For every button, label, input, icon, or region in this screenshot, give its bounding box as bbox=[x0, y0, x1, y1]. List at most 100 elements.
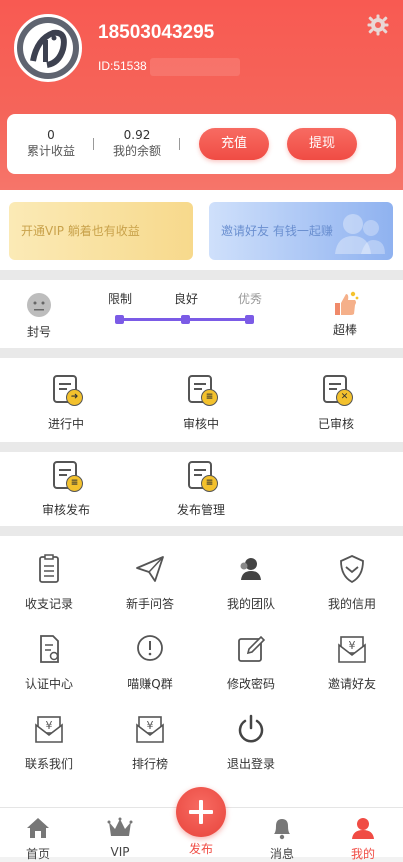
section-divider bbox=[0, 442, 403, 452]
clipboard-icon bbox=[39, 554, 59, 583]
tile-in-progress[interactable]: ➜ 进行中 bbox=[36, 373, 96, 432]
income-label: 累计收益 bbox=[27, 144, 76, 158]
cross-icon: ✕ bbox=[319, 373, 353, 407]
tab-label: 我的 bbox=[350, 847, 375, 861]
menu-label: 喵赚Q群 bbox=[127, 677, 173, 691]
divider bbox=[179, 138, 180, 150]
section-divider bbox=[0, 348, 403, 358]
level-excellent: 优秀 bbox=[238, 292, 263, 306]
sad-face-icon bbox=[27, 293, 51, 317]
tile-label: 审核发布 bbox=[41, 503, 90, 517]
svg-text:¥: ¥ bbox=[46, 719, 53, 732]
yen-envelope-icon: ¥ bbox=[136, 716, 164, 743]
menu-my-credit[interactable]: 我的信用 bbox=[304, 552, 400, 612]
home-icon bbox=[27, 818, 49, 838]
svg-text:¥: ¥ bbox=[147, 719, 154, 732]
menu-label: 修改密码 bbox=[226, 677, 275, 691]
phone-number: 18503043295 bbox=[98, 22, 215, 43]
menu-qq-group[interactable]: 喵赚Q群 bbox=[102, 632, 198, 692]
tab-publish-label[interactable]: 发布 bbox=[171, 840, 231, 857]
tab-mine[interactable]: 我的 bbox=[333, 816, 393, 862]
level-restricted: 限制 bbox=[108, 292, 133, 306]
level-good: 良好 bbox=[174, 292, 199, 306]
divider bbox=[93, 138, 94, 150]
menu-certification-center[interactable]: 认证中心 bbox=[1, 632, 97, 692]
banned-status: 封号 bbox=[22, 292, 56, 340]
user-id: ID:51538 bbox=[98, 59, 147, 73]
balance-label: 我的余额 bbox=[112, 144, 161, 158]
excellent-label: 超棒 bbox=[332, 323, 357, 337]
progress-dot bbox=[115, 315, 124, 324]
tab-messages[interactable]: 消息 bbox=[252, 816, 312, 862]
svg-text:¥: ¥ bbox=[349, 639, 356, 652]
progress-dot bbox=[181, 315, 190, 324]
section-divider bbox=[0, 526, 403, 536]
review-icon: ≡ bbox=[49, 459, 83, 493]
team-icon bbox=[240, 558, 261, 580]
menu-label: 退出登录 bbox=[226, 757, 275, 771]
tile-review-publish[interactable]: ≡ 审核发布 bbox=[36, 459, 96, 518]
income-stat: 0 累计收益 bbox=[27, 128, 75, 159]
tab-vip[interactable]: VIP bbox=[90, 816, 150, 859]
user-id-mask bbox=[150, 58, 240, 76]
menu-label: 邀请好友 bbox=[327, 677, 376, 691]
menu-beginner-faq[interactable]: 新手问答 bbox=[102, 552, 198, 612]
recharge-button[interactable]: 充值 bbox=[199, 128, 269, 160]
invite-banner[interactable]: 邀请好友 有钱一起赚 bbox=[209, 202, 393, 260]
gear-icon[interactable] bbox=[366, 13, 390, 37]
menu-my-team[interactable]: 我的团队 bbox=[203, 552, 299, 612]
tab-label: 消息 bbox=[269, 847, 294, 861]
tile-reviewed[interactable]: ✕ 已审核 bbox=[306, 373, 366, 432]
plus-icon bbox=[189, 800, 213, 824]
section-divider bbox=[0, 270, 403, 280]
withdraw-button[interactable]: 提现 bbox=[287, 128, 357, 160]
balance-card: 0 累计收益 0.92 我的余额 充值 提现 bbox=[7, 114, 396, 174]
exclamation-bubble-icon bbox=[137, 635, 163, 661]
tab-label: 首页 bbox=[25, 847, 50, 861]
tile-label: 发布管理 bbox=[176, 503, 225, 517]
tile-publish-manage[interactable]: ≡ 发布管理 bbox=[171, 459, 231, 518]
balance-stat: 0.92 我的余额 bbox=[111, 128, 163, 159]
menu-invite-friends[interactable]: ¥ 邀请好友 bbox=[304, 632, 400, 692]
tab-home[interactable]: 首页 bbox=[8, 816, 68, 862]
invite-banner-text: 邀请好友 有钱一起赚 bbox=[221, 224, 333, 238]
review-icon: ≡ bbox=[184, 373, 218, 407]
menu-logout[interactable]: 退出登录 bbox=[203, 712, 299, 772]
crown-icon bbox=[107, 817, 133, 836]
bell-icon bbox=[274, 819, 290, 840]
team-icon bbox=[335, 214, 385, 254]
menu-label: 排行榜 bbox=[131, 757, 168, 771]
user-icon bbox=[352, 818, 374, 839]
thumbs-up-icon bbox=[335, 291, 359, 315]
tile-label: 已审核 bbox=[317, 417, 354, 431]
tile-label: 进行中 bbox=[47, 417, 84, 431]
vip-banner[interactable]: 开通VIP 躺着也有收益 bbox=[9, 202, 193, 260]
power-icon bbox=[238, 714, 264, 743]
progress-dot bbox=[245, 315, 254, 324]
arrow-right-icon: ➜ bbox=[49, 373, 83, 407]
tile-reviewing[interactable]: ≡ 审核中 bbox=[171, 373, 231, 432]
balance-value: 0.92 bbox=[123, 128, 151, 142]
excellent-status: 超棒 bbox=[328, 290, 362, 338]
publish-plus-button[interactable] bbox=[176, 787, 226, 837]
menu-label: 新手问答 bbox=[125, 597, 174, 611]
certificate-icon bbox=[40, 635, 59, 663]
menu-change-password[interactable]: 修改密码 bbox=[203, 632, 299, 692]
menu-label: 联系我们 bbox=[24, 757, 73, 771]
menu-income-records[interactable]: 收支记录 bbox=[1, 552, 97, 612]
edit-icon bbox=[238, 635, 266, 662]
avatar[interactable] bbox=[14, 14, 82, 82]
menu-label: 认证中心 bbox=[24, 677, 73, 691]
paper-plane-icon bbox=[136, 556, 164, 582]
tile-label: 审核中 bbox=[182, 417, 219, 431]
yen-envelope-icon: ¥ bbox=[338, 636, 366, 663]
menu-label: 我的信用 bbox=[327, 597, 376, 611]
menu-label: 我的团队 bbox=[226, 597, 275, 611]
review-icon: ≡ bbox=[184, 459, 218, 493]
income-value: 0 bbox=[47, 128, 55, 142]
menu-leaderboard[interactable]: ¥ 排行榜 bbox=[102, 712, 198, 772]
menu-label: 收支记录 bbox=[24, 597, 73, 611]
yen-envelope-icon: ¥ bbox=[35, 716, 63, 743]
shield-icon bbox=[340, 555, 364, 584]
menu-contact-us[interactable]: ¥ 联系我们 bbox=[1, 712, 97, 772]
